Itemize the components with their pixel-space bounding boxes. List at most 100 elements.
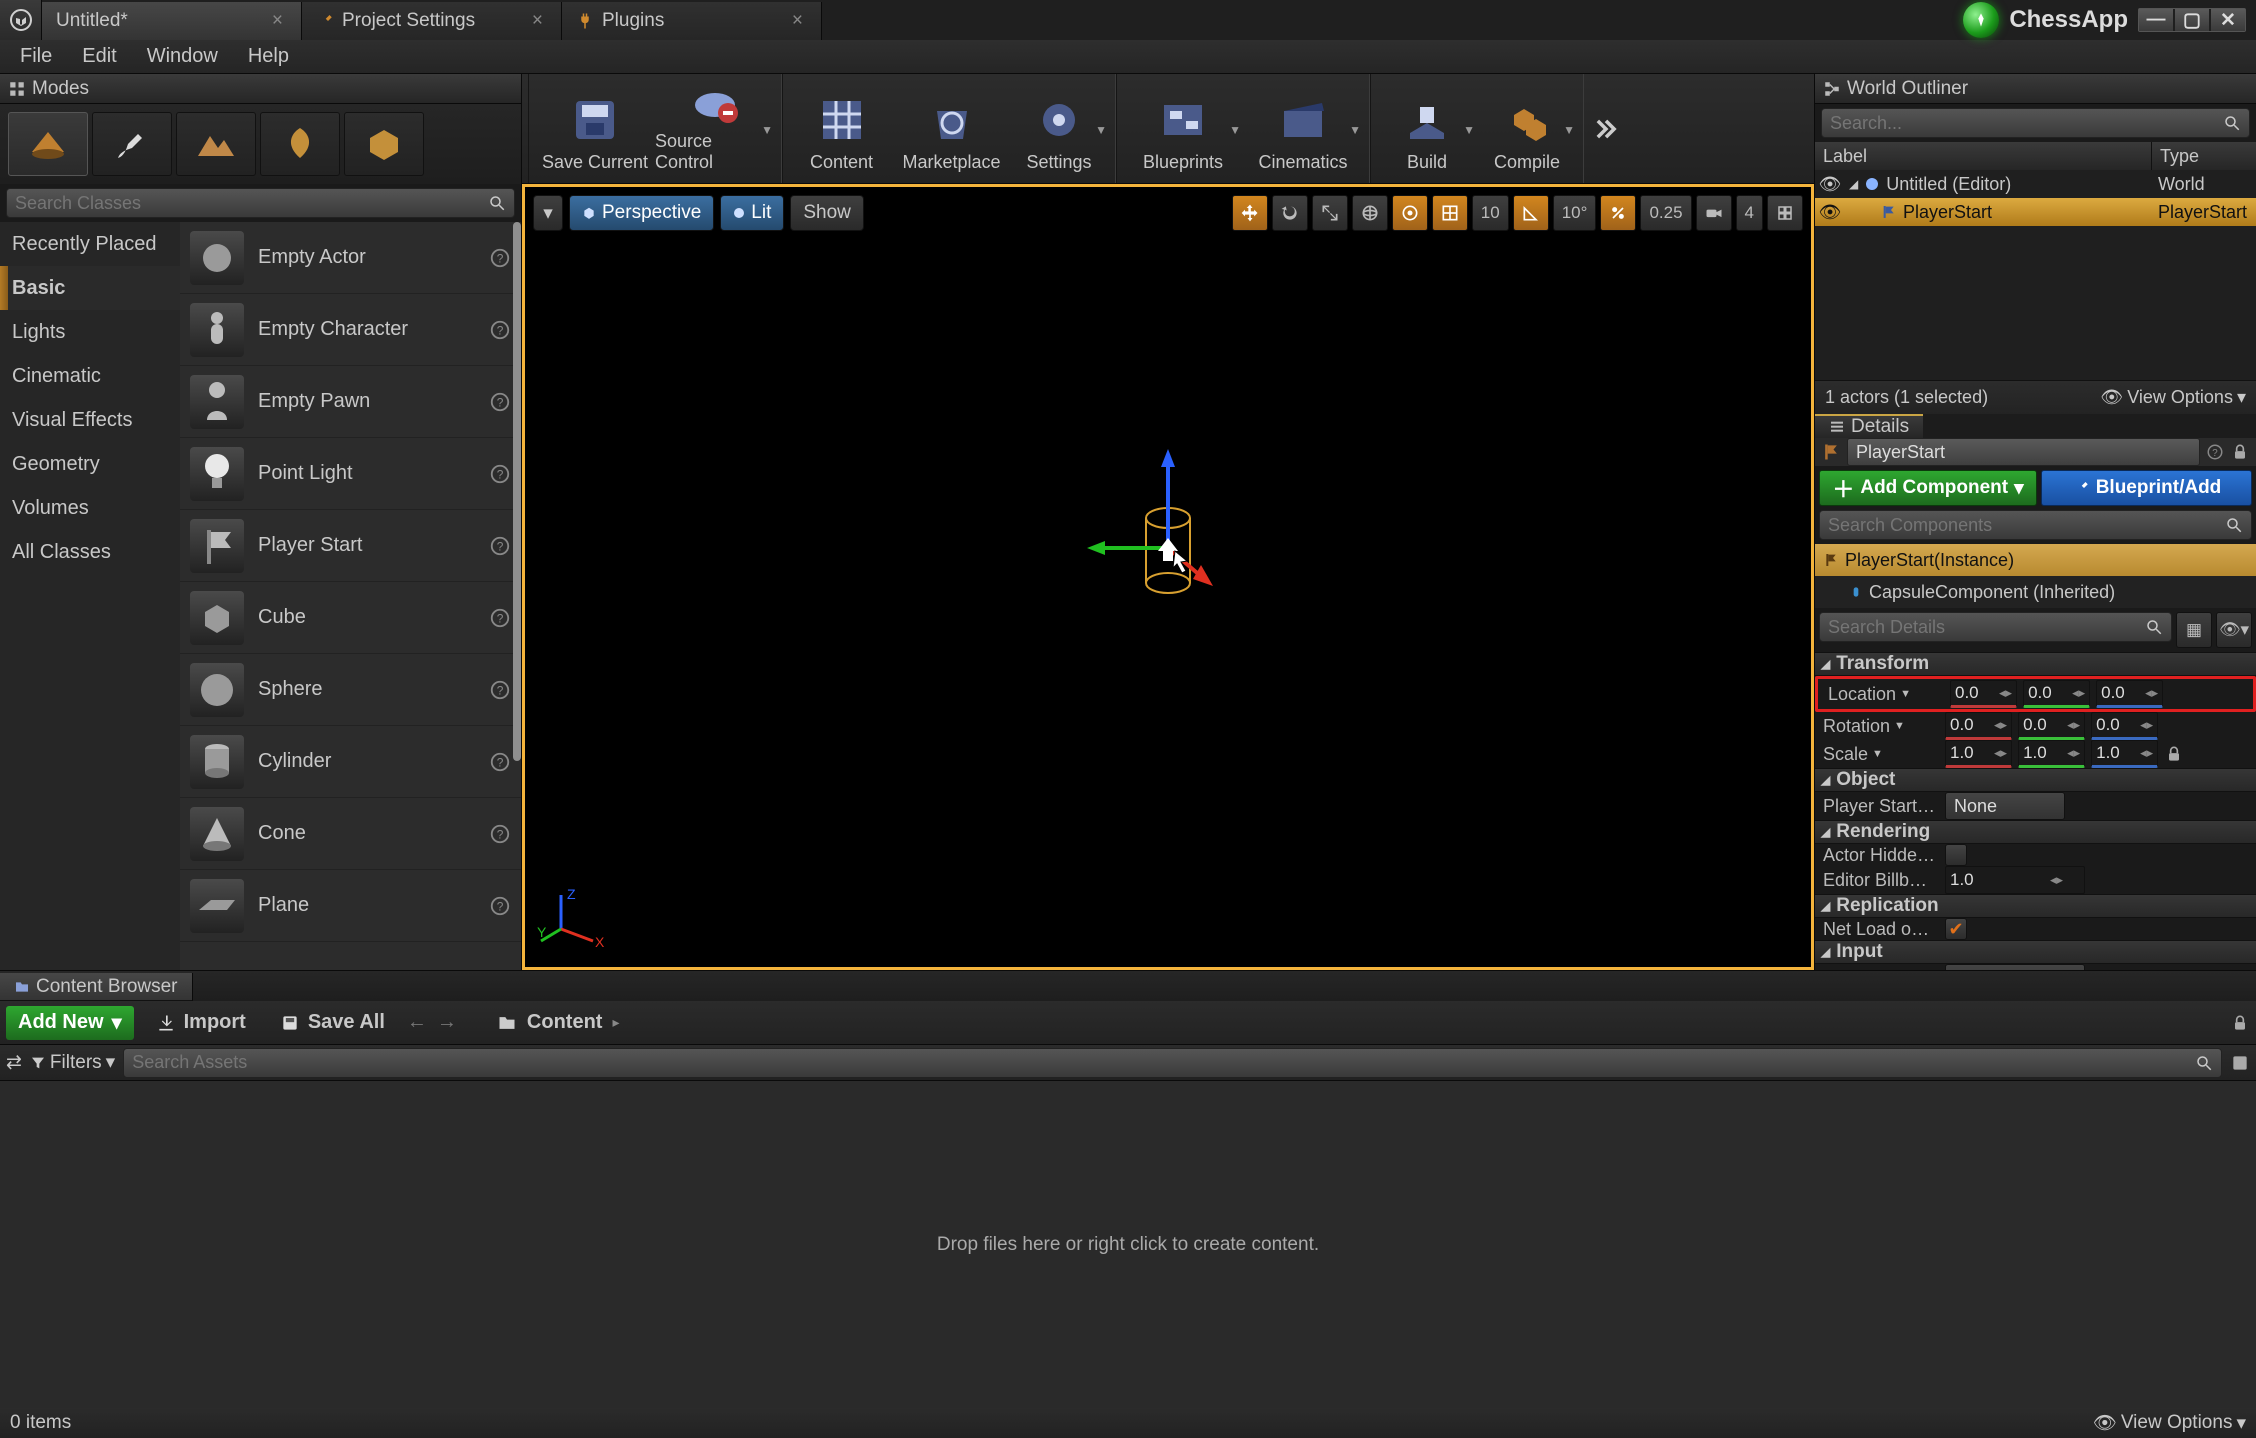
place-item-cylinder[interactable]: Cylinder? xyxy=(180,726,521,798)
cat-basic[interactable]: Basic xyxy=(0,266,180,310)
location-y-input[interactable]: ◂▸ xyxy=(2023,680,2090,708)
grid-snap-value[interactable]: 10 xyxy=(1472,195,1509,231)
transform-scale-button[interactable] xyxy=(1312,195,1348,231)
tab-project-settings[interactable]: Project Settings × xyxy=(302,2,562,40)
unreal-logo[interactable] xyxy=(0,0,42,40)
billboard-scale-input[interactable]: ◂▸ xyxy=(1945,866,2085,894)
close-icon[interactable]: × xyxy=(272,10,283,32)
outliner-search[interactable] xyxy=(1821,108,2250,138)
search-components-input[interactable] xyxy=(1819,510,2252,540)
search-details-input[interactable] xyxy=(1819,612,2172,642)
info-icon[interactable]: ? xyxy=(2206,443,2224,461)
mode-landscape[interactable] xyxy=(176,112,256,176)
cat-all-classes[interactable]: All Classes xyxy=(0,530,180,574)
menu-edit[interactable]: Edit xyxy=(68,41,130,72)
add-component-button[interactable]: ＋Add Component ▾ xyxy=(1819,470,2037,506)
place-item-empty-character[interactable]: Empty Character? xyxy=(180,294,521,366)
info-icon[interactable]: ? xyxy=(489,391,511,413)
section-rendering[interactable]: ◢Rendering xyxy=(1815,820,2256,844)
cat-visual-effects[interactable]: Visual Effects xyxy=(0,398,180,442)
viewport-show-button[interactable]: Show xyxy=(790,195,864,231)
compile-button[interactable]: Compile▼ xyxy=(1477,79,1577,179)
details-tab[interactable]: Details xyxy=(1815,414,1923,438)
info-icon[interactable]: ? xyxy=(489,607,511,629)
viewport-perspective-button[interactable]: Perspective xyxy=(569,195,714,231)
modes-titlebar[interactable]: Modes xyxy=(0,74,521,104)
rotation-x-input[interactable]: ◂▸ xyxy=(1945,712,2012,740)
place-item-cube[interactable]: Cube? xyxy=(180,582,521,654)
tab-plugins[interactable]: Plugins × xyxy=(562,2,822,40)
component-root[interactable]: PlayerStart(Instance) xyxy=(1815,544,2256,576)
place-item-sphere[interactable]: Sphere? xyxy=(180,654,521,726)
place-item-empty-pawn[interactable]: Empty Pawn? xyxy=(180,366,521,438)
transform-rotate-button[interactable] xyxy=(1272,195,1308,231)
cat-cinematic[interactable]: Cinematic xyxy=(0,354,180,398)
source-control-button[interactable]: Source Control▼ xyxy=(655,79,775,179)
outliner-col-type[interactable]: Type xyxy=(2152,142,2256,170)
rotation-y-input[interactable]: ◂▸ xyxy=(2018,712,2085,740)
angle-snap-value[interactable]: 10° xyxy=(1553,195,1597,231)
window-maximize-button[interactable]: ▢ xyxy=(2175,9,2209,31)
nav-forward-button[interactable]: → xyxy=(437,1011,457,1034)
blueprint-add-button[interactable]: Blueprint/Add xyxy=(2041,470,2252,506)
coord-space-button[interactable] xyxy=(1352,195,1388,231)
cb-view-options[interactable]: 👁 View Options ▾ xyxy=(2093,1411,2246,1435)
window-minimize-button[interactable]: — xyxy=(2139,9,2173,31)
property-matrix-button[interactable]: ▦ xyxy=(2176,612,2212,648)
filters-button[interactable]: Filters▾ xyxy=(30,1051,115,1074)
info-icon[interactable]: ? xyxy=(489,247,511,269)
save-all-button[interactable]: Save All xyxy=(268,1006,397,1040)
grid-snap-toggle[interactable] xyxy=(1432,195,1468,231)
section-transform[interactable]: ◢Transform xyxy=(1815,652,2256,676)
viewport-menu-button[interactable]: ▾ xyxy=(533,195,563,231)
transform-move-button[interactable] xyxy=(1232,195,1268,231)
outliner-view-options[interactable]: 👁 View Options ▾ xyxy=(2100,387,2246,408)
net-load-checkbox[interactable]: ✔ xyxy=(1945,918,1967,940)
save-current-button[interactable]: Save Current xyxy=(535,79,655,179)
toolbar-overflow-button[interactable] xyxy=(1584,74,1628,183)
content-browser-view[interactable]: Drop files here or right click to create… xyxy=(0,1081,2256,1408)
level-viewport[interactable]: ▾ Perspective Lit Show 10 10° 0.25 4 xyxy=(522,184,1814,970)
menu-file[interactable]: File xyxy=(6,41,66,72)
folder-icon[interactable] xyxy=(497,1013,517,1033)
scale-lock-icon[interactable] xyxy=(2164,744,2184,764)
cat-volumes[interactable]: Volumes xyxy=(0,486,180,530)
info-icon[interactable]: ? xyxy=(489,679,511,701)
lock-icon[interactable] xyxy=(2230,442,2250,462)
cat-lights[interactable]: Lights xyxy=(0,310,180,354)
menu-window[interactable]: Window xyxy=(133,41,232,72)
blueprints-button[interactable]: Blueprints▼ xyxy=(1123,79,1243,179)
component-capsule[interactable]: CapsuleComponent (Inherited) xyxy=(1815,576,2256,608)
actor-name-input[interactable] xyxy=(1847,438,2200,466)
menu-help[interactable]: Help xyxy=(234,41,303,72)
info-icon[interactable]: ? xyxy=(489,823,511,845)
place-item-plane[interactable]: Plane? xyxy=(180,870,521,942)
visibility-toggle[interactable]: 👁 xyxy=(1815,202,1845,223)
translation-gizmo[interactable] xyxy=(1083,443,1253,633)
visibility-toggle[interactable]: 👁 xyxy=(1815,174,1845,195)
actor-hidden-checkbox[interactable] xyxy=(1945,844,1967,866)
section-object[interactable]: ◢Object xyxy=(1815,768,2256,792)
mode-paint[interactable] xyxy=(92,112,172,176)
scrollbar[interactable] xyxy=(513,222,521,761)
viewport-maximize-button[interactable] xyxy=(1767,195,1803,231)
info-icon[interactable]: ? xyxy=(489,319,511,341)
location-z-input[interactable]: ◂▸ xyxy=(2096,680,2163,708)
cat-recently-placed[interactable]: Recently Placed xyxy=(0,222,180,266)
search-assets-input[interactable] xyxy=(123,1048,2222,1078)
outliner-col-label[interactable]: Label xyxy=(1815,142,2152,170)
place-item-player-start[interactable]: Player Start? xyxy=(180,510,521,582)
place-item-empty-actor[interactable]: Empty Actor? xyxy=(180,222,521,294)
scale-x-input[interactable]: ◂▸ xyxy=(1945,740,2012,768)
outliner-row-playerstart[interactable]: 👁 PlayerStart PlayerStart xyxy=(1815,198,2256,226)
angle-snap-toggle[interactable] xyxy=(1513,195,1549,231)
section-input[interactable]: ◢Input xyxy=(1815,940,2256,964)
nav-back-button[interactable]: ← xyxy=(407,1011,427,1034)
rotation-z-input[interactable]: ◂▸ xyxy=(2091,712,2158,740)
outliner-titlebar[interactable]: World Outliner xyxy=(1815,74,2256,104)
import-button[interactable]: Import xyxy=(144,1006,258,1040)
scale-snap-value[interactable]: 0.25 xyxy=(1640,195,1691,231)
search-classes-input[interactable] xyxy=(6,188,515,218)
player-start-tag-input[interactable]: None xyxy=(1945,792,2065,820)
cinematics-button[interactable]: Cinematics▼ xyxy=(1243,79,1363,179)
